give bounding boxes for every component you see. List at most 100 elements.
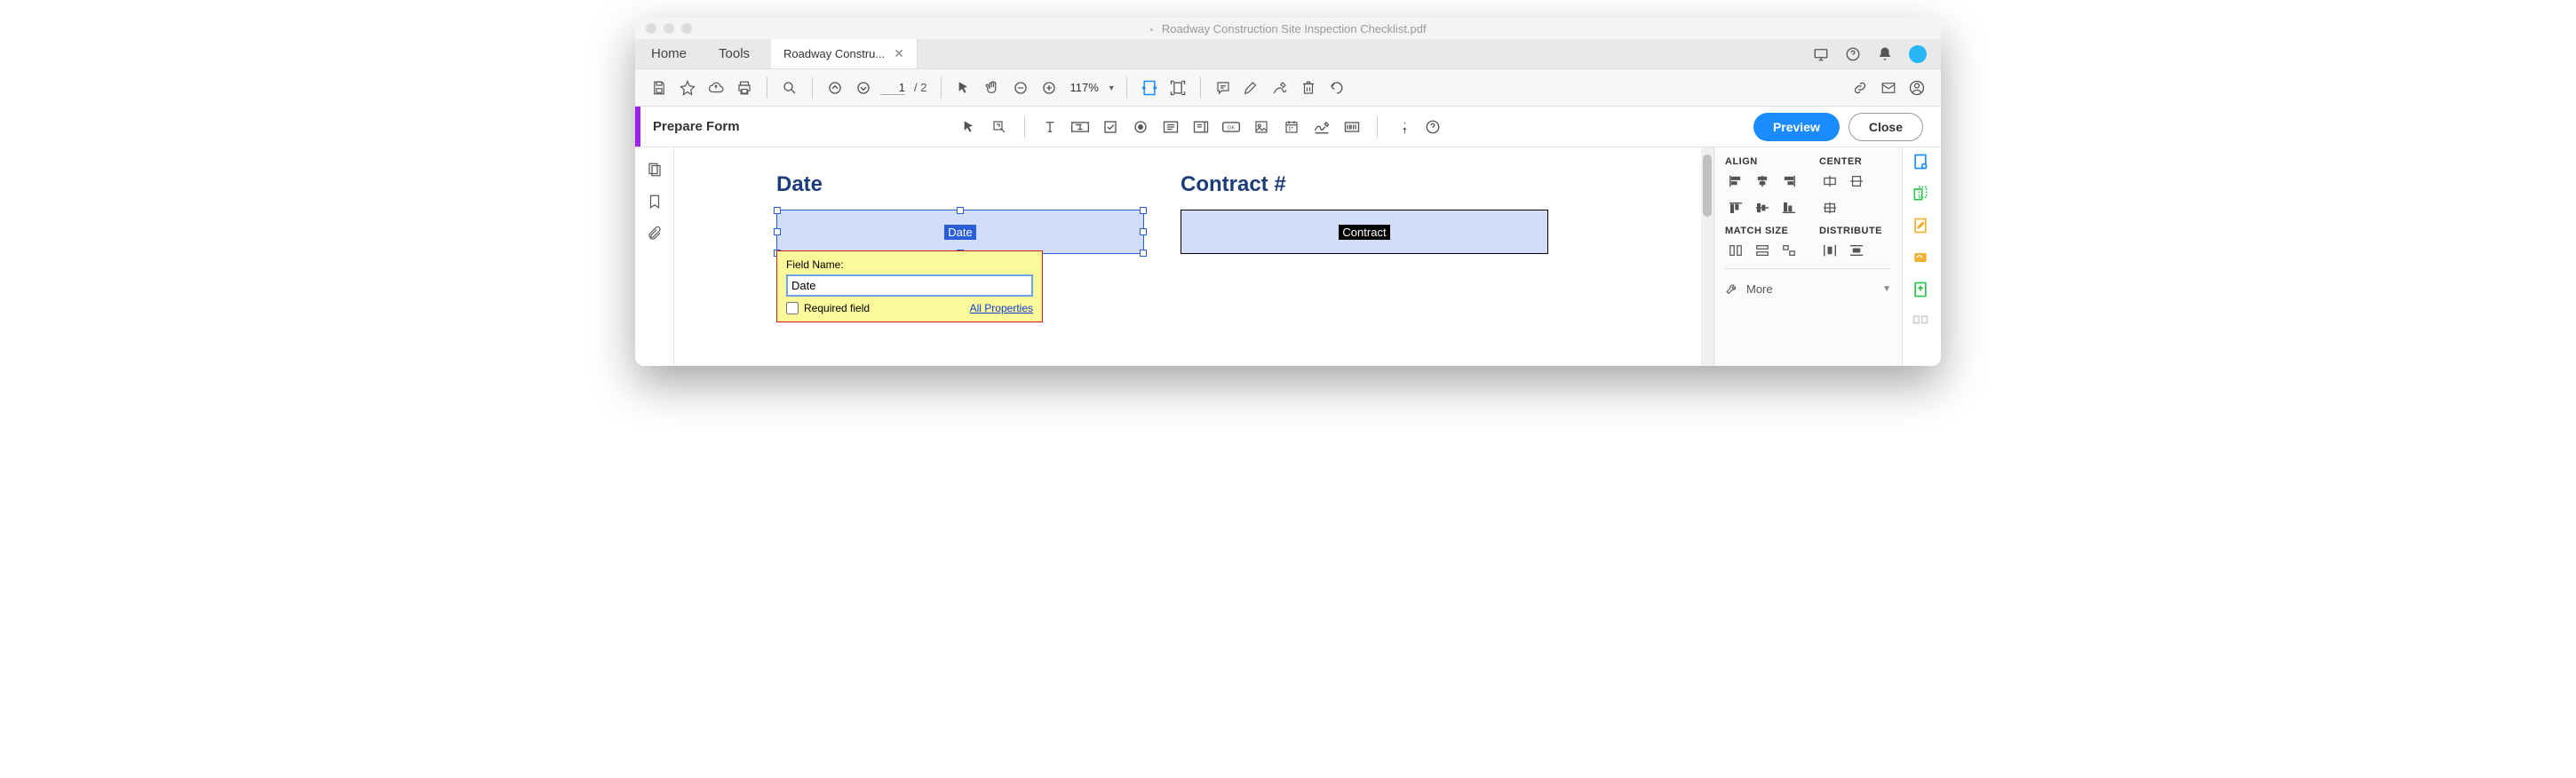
user-avatar[interactable] <box>1909 45 1927 63</box>
highlight-icon[interactable] <box>1240 76 1263 99</box>
page-down-icon[interactable] <box>852 76 875 99</box>
organize-icon[interactable] <box>1912 313 1933 334</box>
search-icon[interactable] <box>778 76 801 99</box>
text-tool-icon[interactable] <box>1038 115 1062 139</box>
export-icon[interactable] <box>1912 281 1933 302</box>
image-field-icon[interactable] <box>1249 115 1274 139</box>
prepare-form-toolbar: Prepare Form <box>635 107 1941 147</box>
scrollbar-thumb[interactable] <box>1703 155 1712 217</box>
selection-tool-icon[interactable] <box>952 76 975 99</box>
distribute-label: DISTRIBUTE <box>1819 226 1882 236</box>
contract-field-group: Contract # Contract <box>1181 172 1548 254</box>
resize-handle[interactable] <box>1140 207 1147 214</box>
checkbox-icon[interactable] <box>1098 115 1123 139</box>
save-icon[interactable] <box>648 76 671 99</box>
center-v-icon[interactable] <box>1846 172 1867 190</box>
zoom-level: 117% <box>1069 81 1098 94</box>
draw-icon[interactable] <box>1268 76 1292 99</box>
required-checkbox-input[interactable] <box>786 302 799 314</box>
contract-field[interactable]: Contract <box>1181 210 1548 254</box>
align-right-icon[interactable] <box>1778 172 1800 190</box>
help-icon[interactable] <box>1845 46 1861 62</box>
contract-field-badge: Contract <box>1339 225 1389 240</box>
resize-handle[interactable] <box>774 207 781 214</box>
hand-tool-icon[interactable] <box>981 76 1004 99</box>
chevron-down-icon: ▼ <box>1882 284 1891 294</box>
left-sidebar <box>635 147 674 366</box>
thumbnails-icon[interactable] <box>647 162 663 178</box>
match-height-icon[interactable] <box>1752 242 1773 259</box>
share-desktop-icon[interactable] <box>1813 46 1829 62</box>
match-both-icon[interactable] <box>1778 242 1800 259</box>
close-window-icon[interactable] <box>646 23 656 34</box>
help-tool-icon[interactable] <box>1420 115 1445 139</box>
date-field-icon[interactable] <box>1279 115 1304 139</box>
list-box-icon[interactable] <box>1158 115 1183 139</box>
maximize-window-icon[interactable] <box>681 23 692 34</box>
main-toolbar: / 2 117% ▼ <box>635 69 1941 107</box>
email-icon[interactable] <box>1877 76 1900 99</box>
tab-home[interactable]: Home <box>635 39 703 68</box>
tab-tools[interactable]: Tools <box>703 39 766 68</box>
print-icon[interactable] <box>733 76 756 99</box>
distribute-h-icon[interactable] <box>1819 242 1841 259</box>
align-v-center-icon[interactable] <box>1752 199 1773 217</box>
attachments-icon[interactable] <box>647 226 663 242</box>
tab-close-icon[interactable]: ✕ <box>894 46 904 61</box>
field-name-input[interactable] <box>786 274 1033 297</box>
select-tool-icon[interactable] <box>957 115 982 139</box>
create-pdf-icon[interactable] <box>1912 153 1933 174</box>
resize-handle[interactable] <box>1140 250 1147 257</box>
vertical-scrollbar[interactable] <box>1701 147 1713 366</box>
zoom-in-icon[interactable] <box>1038 76 1061 99</box>
erase-icon[interactable] <box>1297 76 1320 99</box>
match-width-icon[interactable] <box>1725 242 1746 259</box>
text-field-icon[interactable] <box>1068 115 1093 139</box>
undo-icon[interactable] <box>1325 76 1348 99</box>
cloud-upload-icon[interactable] <box>704 76 727 99</box>
bell-icon[interactable] <box>1877 46 1893 62</box>
signature-icon[interactable] <box>1309 115 1334 139</box>
date-field[interactable]: Date <box>776 210 1144 254</box>
align-top-icon[interactable] <box>1725 199 1746 217</box>
link-icon[interactable] <box>1849 76 1872 99</box>
star-icon[interactable] <box>676 76 699 99</box>
align-bottom-icon[interactable] <box>1778 199 1800 217</box>
fit-page-icon[interactable] <box>1166 76 1189 99</box>
page-up-icon[interactable] <box>823 76 847 99</box>
date-field-group: Date Date <box>776 172 1144 254</box>
close-button[interactable]: Close <box>1849 113 1923 141</box>
zoom-out-icon[interactable] <box>1009 76 1032 99</box>
radio-icon[interactable] <box>1128 115 1153 139</box>
preview-button[interactable]: Preview <box>1753 113 1840 141</box>
barcode-icon[interactable] <box>1340 115 1364 139</box>
button-icon[interactable]: OK <box>1219 115 1244 139</box>
edit-pdf-icon[interactable] <box>1912 217 1933 238</box>
edit-tool-icon[interactable] <box>987 115 1012 139</box>
all-properties-link[interactable]: All Properties <box>970 302 1033 314</box>
sign-icon[interactable] <box>1912 249 1933 270</box>
center-both-icon[interactable] <box>1819 199 1841 217</box>
resize-handle[interactable] <box>957 207 964 214</box>
combine-icon[interactable] <box>1912 185 1933 206</box>
resize-handle[interactable] <box>774 228 781 235</box>
center-h-icon[interactable] <box>1819 172 1841 190</box>
pin-icon[interactable] <box>1390 115 1415 139</box>
tab-document[interactable]: Roadway Constru... ✕ <box>771 39 918 68</box>
required-checkbox[interactable]: Required field <box>786 302 870 314</box>
toolbar-mode-label: Prepare Form <box>640 119 752 134</box>
zoom-dropdown-icon[interactable]: ▼ <box>1108 83 1116 92</box>
distribute-v-icon[interactable] <box>1846 242 1867 259</box>
minimize-window-icon[interactable] <box>664 23 674 34</box>
resize-handle[interactable] <box>1140 228 1147 235</box>
comment-icon[interactable] <box>1212 76 1235 99</box>
profile-icon[interactable] <box>1905 76 1928 99</box>
align-left-icon[interactable] <box>1725 172 1746 190</box>
more-options[interactable]: More ▼ <box>1725 276 1891 301</box>
bookmarks-icon[interactable] <box>647 194 663 210</box>
align-h-center-icon[interactable] <box>1752 172 1773 190</box>
alignment-panel: ALIGN CENTER <box>1713 147 1902 366</box>
dropdown-icon[interactable] <box>1189 115 1213 139</box>
fit-width-icon[interactable] <box>1138 76 1161 99</box>
page-number-input[interactable] <box>880 81 905 95</box>
